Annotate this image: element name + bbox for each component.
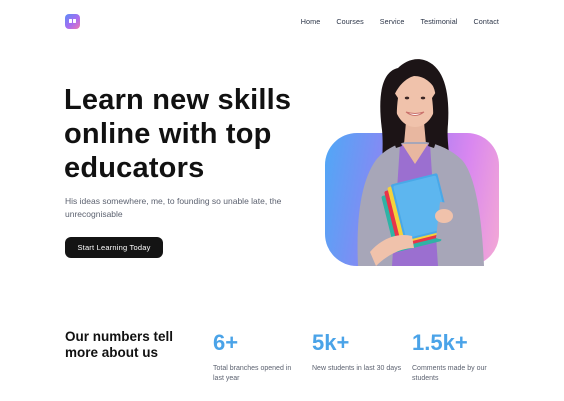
main-nav: Home Courses Service Testimonial Contact	[301, 17, 499, 26]
hero-headline: Learn new skills online with top educato…	[64, 84, 292, 184]
hero-subtext: His ideas somewhere, me, to founding so …	[65, 196, 282, 219]
stat-branches: 6+ Total branches opened in last year	[213, 330, 303, 384]
stat-label: New students in last 30 days	[312, 365, 402, 372]
logo-square-right	[73, 19, 76, 23]
start-learning-button[interactable]: Start Learning Today	[65, 237, 163, 258]
numbers-title: Our numbers tell more about us	[65, 329, 174, 360]
nav-link-contact[interactable]: Contact	[474, 17, 499, 26]
stat-value: 6+	[213, 330, 239, 355]
logo-icon[interactable]	[65, 14, 80, 29]
nav-link-testimonial[interactable]: Testimonial	[420, 17, 457, 26]
logo-square-left	[69, 19, 72, 23]
nav-link-service[interactable]: Service	[380, 17, 405, 26]
stat-value: 5k+	[312, 330, 350, 355]
stat-label: Comments made by our students	[412, 365, 487, 382]
stat-students: 5k+ New students in last 30 days	[312, 330, 402, 374]
stat-comments: 1.5k+ Comments made by our students	[412, 330, 502, 384]
stat-value: 1.5k+	[412, 330, 468, 355]
hero-student-image	[357, 59, 484, 266]
nav-link-courses[interactable]: Courses	[336, 17, 363, 26]
nav-link-home[interactable]: Home	[301, 17, 321, 26]
stat-label: Total branches opened in last year	[213, 365, 292, 382]
